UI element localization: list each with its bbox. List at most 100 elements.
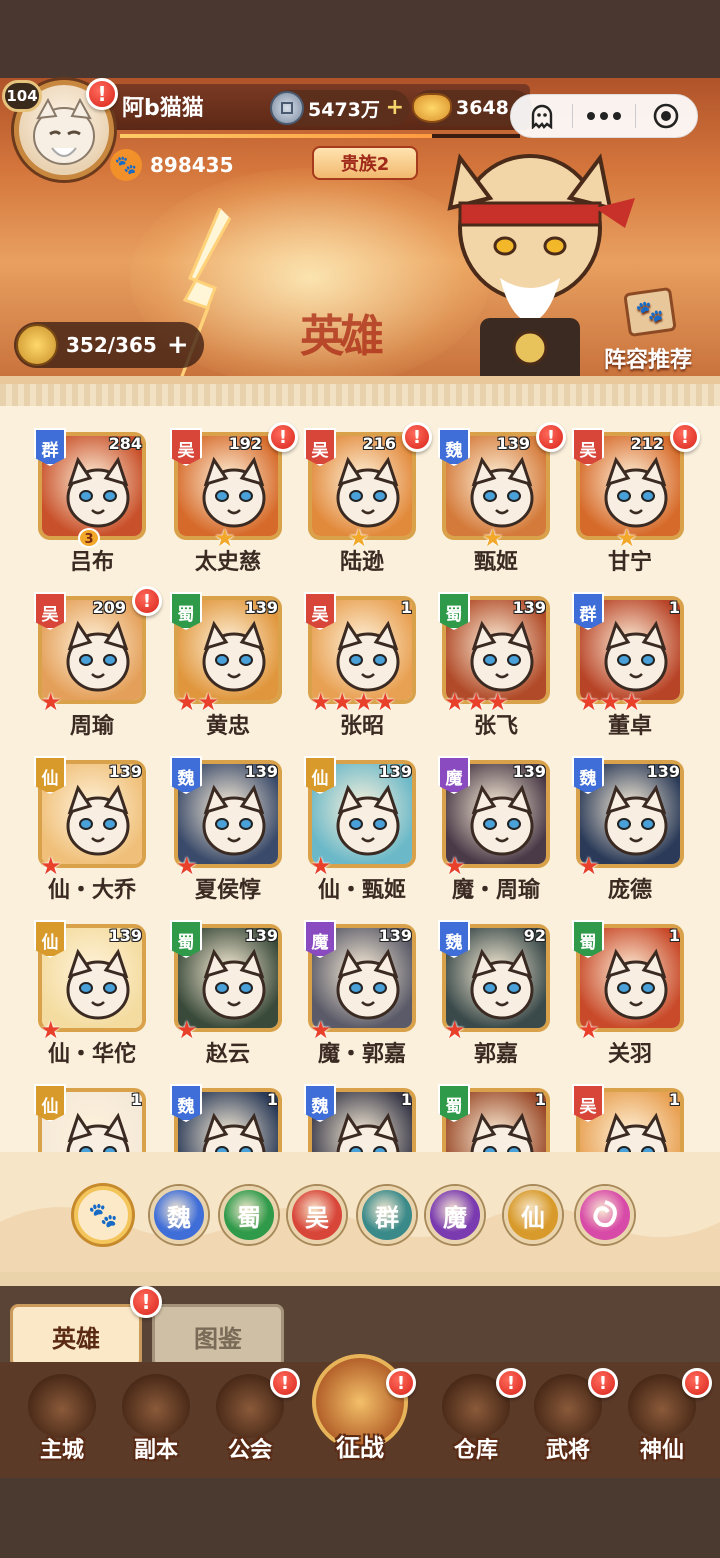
hero-card[interactable]: 魔 139 ★ <box>438 756 550 878</box>
castle-icon <box>28 1374 96 1438</box>
noble-rank-badge[interactable]: 贵族2 <box>312 146 418 180</box>
hero-card[interactable]: 蜀 139 ★ ★ ★ <box>438 592 550 714</box>
hero-card[interactable]: 魏 139 ★ <box>170 756 282 878</box>
hero-name: 关羽 <box>607 1042 652 1067</box>
add-silver-icon[interactable]: + <box>384 97 406 119</box>
cat-face-icon <box>66 948 130 1020</box>
banner-edge <box>0 376 720 384</box>
nav-label: 征战 <box>336 1434 384 1462</box>
nav-sword[interactable]: 副本 <box>108 1362 204 1472</box>
xp-bar-fill <box>120 134 432 138</box>
cat-face-icon <box>470 784 534 856</box>
hero-level: 139 <box>646 762 680 781</box>
nav-hero-cat[interactable]: 武将! <box>520 1362 618 1472</box>
hero-card[interactable]: 吴 209! ★ <box>34 586 162 714</box>
lineup-label: 阵容推荐 <box>603 348 692 373</box>
filter-swirl-icon[interactable] <box>576 1186 634 1244</box>
nav-immortal-cat[interactable]: 神仙! <box>614 1362 712 1472</box>
hero-level: 92 <box>523 926 546 945</box>
faction-filter-bar: 🐾 魏蜀吴群魔仙 <box>0 1152 720 1272</box>
hero-name: 太史慈 <box>194 550 261 575</box>
filter-魔[interactable]: 魔 <box>426 1186 484 1244</box>
filter-paw-icon[interactable]: 🐾 <box>74 1186 132 1244</box>
silver-currency[interactable]: 5473万 + <box>270 90 410 126</box>
hero-card[interactable]: 仙 139 ★ <box>34 756 146 878</box>
filter-群[interactable]: 群 <box>358 1186 416 1244</box>
lineup-recommend-button[interactable]: 🐾 阵容推荐 <box>594 286 702 374</box>
hero-level: 1 <box>668 598 680 617</box>
nav-battle[interactable]: 征战! <box>306 1354 416 1472</box>
hero-level: 139 <box>244 762 278 781</box>
hero-card[interactable]: 蜀 139 ★ <box>170 920 282 1042</box>
more-icon[interactable] <box>573 95 634 137</box>
filter-吴[interactable]: 吴 <box>288 1186 346 1244</box>
hero-name: 陆逊 <box>339 550 384 575</box>
filter-蜀[interactable]: 蜀 <box>220 1186 278 1244</box>
cat-face-icon <box>66 456 130 528</box>
hero-card[interactable]: 魏 139! ★ <box>438 422 566 550</box>
hero-card[interactable]: 群284★3 <box>34 428 146 550</box>
hero-level: 212 <box>630 434 664 453</box>
filter-仙[interactable]: 仙 <box>504 1186 562 1244</box>
hero-card[interactable]: 群 1 ★ ★ ★ <box>572 592 684 714</box>
hero-level: 1 <box>400 1090 412 1109</box>
hero-card[interactable]: 魔 139 ★ <box>304 920 416 1042</box>
hero-card[interactable]: 吴 192! ★ <box>170 422 298 550</box>
hero-card[interactable]: 吴 1 ★ ★ ★ ★ <box>304 592 416 714</box>
filter-魏[interactable]: 魏 <box>150 1186 208 1244</box>
record-icon[interactable] <box>636 95 697 137</box>
nav-label: 神仙 <box>639 1438 684 1463</box>
cat-face-icon <box>604 784 668 856</box>
gold-ingot-icon <box>412 93 452 123</box>
nav-alert-icon: ! <box>386 1368 416 1398</box>
hero-grid: 群284★3吕布 吴192!★太史慈 吴216!★陆逊 魏139!★甄姬 吴21… <box>0 384 720 1196</box>
banner-art-text: 英雄 <box>300 311 384 362</box>
cat-face-icon <box>202 784 266 856</box>
player-level-badge: 104 <box>2 80 42 112</box>
nav-treasure-bag[interactable]: 仓库! <box>428 1362 526 1472</box>
hero-name: 郭嘉 <box>473 1042 518 1067</box>
hero-level: 139 <box>496 434 530 453</box>
hero-alert-icon: ! <box>132 586 162 616</box>
add-roster-icon[interactable]: + <box>167 330 189 360</box>
hero-level: 139 <box>244 598 278 617</box>
cat-face-icon <box>202 948 266 1020</box>
hero-card[interactable]: 魏 139 ★ <box>572 756 684 878</box>
nav-label: 武将 <box>545 1438 590 1463</box>
hero-level: 1 <box>130 1090 142 1109</box>
hero-level: 139 <box>108 762 142 781</box>
hero-card[interactable]: 仙 139 ★ <box>34 920 146 1042</box>
bottom-nav: 主城 副本 公会! 征战! 仓库! 武将! 神仙! <box>0 1354 720 1478</box>
cat-face-icon <box>336 456 400 528</box>
hero-level: 284 <box>108 434 142 453</box>
hero-name: 仙・大乔 <box>47 878 136 903</box>
hero-card[interactable]: 仙 139 ★ <box>304 756 416 878</box>
tab-heroes[interactable]: 英雄 <box>10 1304 142 1368</box>
tab-codex[interactable]: 图鉴 <box>152 1304 284 1368</box>
nav-castle[interactable]: 主城 <box>14 1362 110 1472</box>
nav-flag[interactable]: 公会! <box>202 1362 300 1472</box>
status-strip <box>0 0 720 78</box>
hero-name: 赵云 <box>205 1042 250 1067</box>
hero-card[interactable]: 蜀 139 ★ ★ <box>170 592 282 714</box>
cat-face-icon <box>66 620 130 692</box>
cat-face-icon <box>66 784 130 856</box>
cat-face-icon <box>336 784 400 856</box>
cat-face-icon <box>336 948 400 1020</box>
bottom-strip <box>0 1478 720 1558</box>
cat-face-icon <box>202 456 266 528</box>
hero-level: 1 <box>400 598 412 617</box>
hero-level: 139 <box>512 762 546 781</box>
combat-power-value: 898435 <box>150 153 234 177</box>
ghost-icon[interactable] <box>511 95 572 137</box>
hero-card[interactable]: 蜀 1 ★ <box>572 920 684 1042</box>
cat-face-icon <box>336 620 400 692</box>
hero-card[interactable]: 魏 92 ★ <box>438 920 550 1042</box>
gold-mask-icon <box>16 324 58 366</box>
hero-card[interactable]: 吴 216! ★ <box>304 422 432 550</box>
hero-card[interactable]: 吴 212! ★ <box>572 422 700 550</box>
hero-name: 甘宁 <box>607 550 652 575</box>
cat-face-icon <box>470 620 534 692</box>
hero-level: 139 <box>108 926 142 945</box>
roster-capacity[interactable]: 352/365 + <box>14 322 204 368</box>
